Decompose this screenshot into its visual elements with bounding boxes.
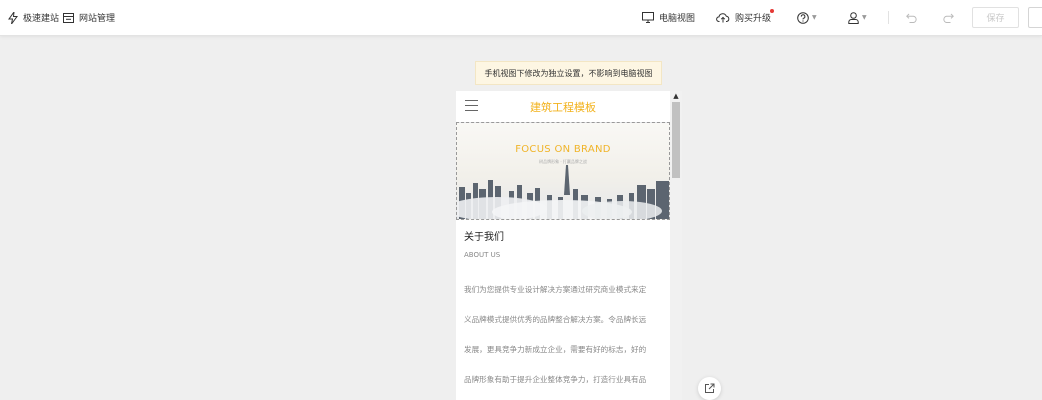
desktop-view-label: 电脑视图 [659,14,696,24]
quick-build-button[interactable]: 极速建站 [8,0,59,35]
site-manage-label: 网站管理 [79,14,116,24]
cloud-upload-icon [716,13,730,23]
quick-build-label: 极速建站 [23,14,60,24]
notification-dot [770,9,774,13]
upgrade-button[interactable]: 购买升级 [716,0,771,35]
share-icon [705,383,715,393]
city-skyline-image [457,165,669,219]
mobile-header: 建筑工程模板 [456,91,670,122]
chevron-down-icon: ▼ [862,14,867,21]
account-button[interactable]: ▼ [848,0,867,35]
share-button[interactable] [698,377,721,400]
lightning-icon [8,11,18,24]
upgrade-label: 购买升级 [735,14,772,24]
user-icon [848,11,859,24]
about-text-line: 品牌形象有助于提升企业整体竞争力，打造行业具有品 [464,375,647,384]
site-manage-button[interactable]: 网站管理 [63,0,115,35]
about-title: 关于我们 [464,232,504,243]
banner-image[interactable]: FOCUS ON BRAND 树品牌形象 · 打赢品牌之战 [456,122,670,220]
help-icon [797,11,809,24]
about-text-line: 我们为您提供专业设计解决方案通过研究商业模式来定 [464,285,647,294]
about-subtitle: ABOUT US [464,251,501,259]
redo-button[interactable] [942,0,954,35]
top-toolbar: 极速建站 网站管理 电脑视图 购买升级 ▼ ▼ 保存 [0,0,1042,36]
monitor-icon [642,12,654,23]
undo-button[interactable] [906,0,918,35]
mobile-view-notice: 手机视图下修改为独立设置，不影响到电脑视图 [475,61,662,85]
notice-text: 手机视图下修改为独立设置，不影响到电脑视图 [484,68,653,78]
mobile-preview: 建筑工程模板 FOCUS ON BRAND 树品牌形象 · 打赢品牌之战 关于我… [456,91,682,400]
undo-icon [906,13,917,23]
toolbar-divider [888,11,889,24]
publish-button[interactable] [1028,7,1042,28]
chevron-down-icon: ▼ [812,14,817,21]
about-text-line: 义品牌模式提供优秀的品牌整合解决方案。令品牌长远 [464,315,647,324]
site-manage-icon [63,12,74,23]
desktop-view-button[interactable]: 电脑视图 [642,0,695,35]
scrollbar-thumb[interactable] [672,102,680,178]
save-button[interactable]: 保存 [972,7,1019,28]
help-button[interactable]: ▼ [797,0,817,35]
site-title: 建筑工程模板 [530,100,596,114]
about-text-line: 发展，更具竞争力新成立企业，需要有好的标志，好的 [464,345,647,354]
scroll-up-arrow-icon[interactable]: ▲ [670,91,682,101]
redo-icon [943,13,954,23]
